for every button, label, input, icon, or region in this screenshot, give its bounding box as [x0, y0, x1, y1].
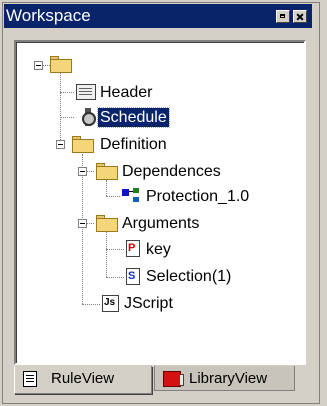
tree-node-schedule[interactable]: Schedule — [97, 107, 170, 128]
stopwatch-icon — [81, 108, 96, 126]
tree-node-arguments[interactable]: Arguments — [120, 214, 201, 233]
collapse-root-toggle[interactable] — [34, 61, 43, 70]
definition-folder-icon — [72, 136, 94, 153]
tree-connector — [106, 180, 107, 196]
tree-node-dependences[interactable]: Dependences — [120, 162, 223, 181]
libraryview-icon — [163, 371, 184, 387]
view-tabs: RuleView LibraryView — [14, 366, 306, 396]
tree-connector — [82, 154, 83, 304]
network-icon — [122, 188, 142, 204]
tree-node-selection[interactable]: Selection(1) — [144, 267, 233, 286]
tree-connector — [60, 70, 61, 144]
s-file-icon: S — [126, 268, 140, 285]
tree-connector — [106, 232, 107, 277]
tree-connector — [60, 92, 74, 93]
tree-connector — [106, 277, 124, 278]
arguments-folder-icon — [96, 215, 118, 232]
tab-ruleview-label: RuleView — [51, 370, 115, 387]
tree-connector — [60, 117, 74, 118]
tab-ruleview[interactable]: RuleView — [14, 366, 152, 394]
tree-connector — [106, 196, 120, 197]
collapse-definition-toggle[interactable] — [56, 140, 65, 149]
dependences-folder-icon — [96, 163, 118, 180]
tab-libraryview-label: LibraryView — [189, 370, 268, 387]
tree-node-jscript[interactable]: JScript — [122, 294, 175, 313]
close-window-button[interactable] — [293, 10, 307, 23]
tree-node-key[interactable]: key — [144, 240, 173, 259]
float-window-button[interactable] — [276, 10, 290, 23]
p-file-icon: P — [126, 240, 140, 257]
tree-node-protection[interactable]: Protection_1.0 — [144, 187, 251, 206]
collapse-arguments-toggle[interactable] — [78, 219, 87, 228]
tree-connector — [82, 304, 100, 305]
tree-node-definition[interactable]: Definition — [98, 135, 169, 154]
tree-connector — [106, 249, 124, 250]
collapse-dependences-toggle[interactable] — [78, 167, 87, 176]
window-title: Workspace — [6, 6, 91, 25]
ruleview-icon — [23, 371, 37, 387]
js-file-icon: Js — [102, 295, 119, 312]
workspace-titlebar[interactable]: Workspace — [4, 4, 312, 28]
tree-node-header[interactable]: Header — [98, 83, 154, 102]
workspace-tree[interactable]: Header Schedule Definition Dependences P… — [14, 40, 306, 365]
tab-libraryview[interactable]: LibraryView — [154, 366, 295, 391]
header-document-icon — [76, 84, 96, 100]
root-folder-icon[interactable] — [50, 56, 72, 73]
